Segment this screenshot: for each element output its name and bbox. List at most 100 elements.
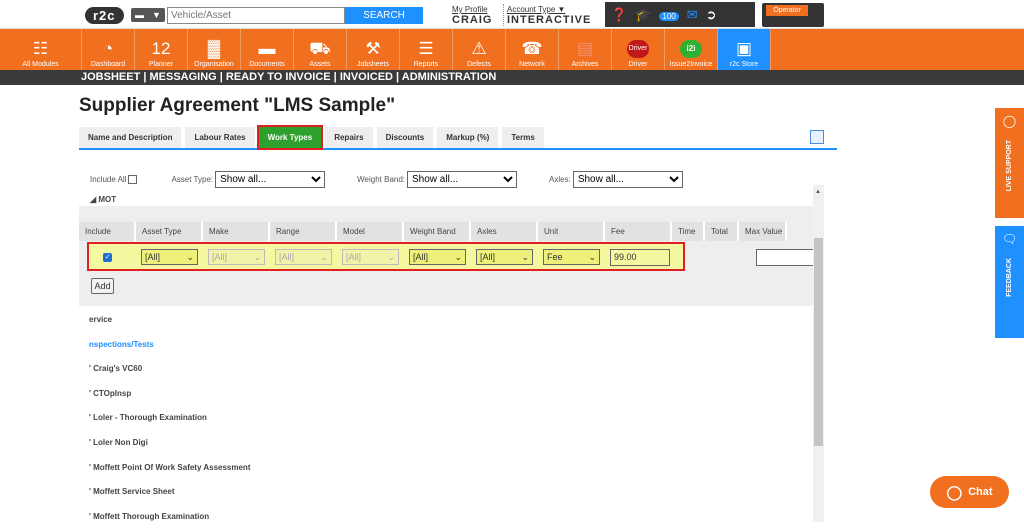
store-icon: ▣ xyxy=(735,39,753,58)
nav-dashboard[interactable]: ◔ Dashboard xyxy=(82,29,135,70)
vehicle-type-dropdown[interactable]: ▬ ▼ xyxy=(131,8,165,22)
tab-markup[interactable]: Markup (%) xyxy=(437,127,499,148)
nav-documents[interactable]: ▬ Documents xyxy=(241,29,294,70)
work-type-item[interactable]: ervice xyxy=(79,311,813,336)
scrollbar[interactable]: ▲ xyxy=(813,185,824,522)
asset-type-label: Asset Type: xyxy=(171,175,214,184)
account-type-link[interactable]: Account Type ▼ xyxy=(507,5,565,14)
asset-type-value: [All] xyxy=(145,252,161,262)
notification-count: 100 xyxy=(659,12,679,21)
logout-icon[interactable]: ➲ xyxy=(706,7,717,23)
col-range: Range xyxy=(270,222,337,241)
calendar-icon: 12 xyxy=(151,39,171,58)
chat-bubble-icon: ◯ xyxy=(946,483,963,500)
model-row-select: [All] ⌄ xyxy=(342,249,399,265)
work-type-item[interactable]: ' Loler - Thorough Examination xyxy=(79,409,813,434)
nav-organisation[interactable]: ▓ Organisation xyxy=(188,29,241,70)
include-all-checkbox[interactable] xyxy=(128,175,138,184)
unit-row-select[interactable]: Fee ⌄ xyxy=(543,249,600,265)
include-checkbox[interactable]: ✓ xyxy=(103,252,112,262)
nav-jobsheets[interactable]: ⚒ Jobsheets xyxy=(347,29,400,70)
work-type-item[interactable]: ' Loler Non Digi xyxy=(79,434,813,459)
make-value: [All] xyxy=(212,252,228,262)
scroll-up-icon[interactable]: ▲ xyxy=(815,189,821,195)
nav-label: Defects xyxy=(467,61,491,68)
tab-discounts[interactable]: Discounts xyxy=(376,127,434,148)
fee-input[interactable]: 99.00 xyxy=(610,248,670,266)
operator-button[interactable]: Operator xyxy=(762,3,824,27)
work-type-item[interactable]: ' Moffett Point Of Work Safety Assessmen… xyxy=(79,459,813,484)
nav-defects[interactable]: ⚠ Defects xyxy=(453,29,506,70)
feedback-tab[interactable]: 🗨 FEEDBACK xyxy=(995,226,1024,338)
scrollbar-thumb[interactable] xyxy=(814,238,823,446)
work-type-item[interactable]: ' Moffett Thorough Examination xyxy=(79,508,813,532)
axles-select[interactable]: Show all... xyxy=(572,171,683,188)
asset-type-select[interactable]: Show all... xyxy=(215,171,326,188)
weight-band-row-select[interactable]: [All] ⌄ xyxy=(409,249,466,265)
axles-row-select[interactable]: [All] ⌄ xyxy=(476,249,533,265)
asset-type-row-select[interactable]: [All] ⌄ xyxy=(141,249,198,265)
model-value: [All] xyxy=(346,252,362,262)
table-header: Include Asset Type Make Range Model Weig… xyxy=(79,222,813,241)
nav-planner[interactable]: 12 Planner xyxy=(135,29,188,70)
graduation-cap-icon[interactable]: 🎓 xyxy=(635,7,651,23)
tab-name-and-description[interactable]: Name and Description xyxy=(79,127,182,148)
nav-archives[interactable]: ▤ Archives xyxy=(559,29,612,70)
sub-nav[interactable]: JOBSHEET | MESSAGING | READY TO INVOICE … xyxy=(0,70,1024,85)
search-button[interactable]: SEARCH xyxy=(345,7,423,24)
tab-terms[interactable]: Terms xyxy=(502,127,544,148)
profile-block: My Profile CRAIG xyxy=(452,4,492,26)
module-nav: ☷ All Modules ◔ Dashboard 12 Planner ▓ Organisa… xyxy=(0,29,1024,70)
nav-driver[interactable]: Driver Driver xyxy=(612,29,665,70)
max-value-input[interactable] xyxy=(756,249,814,266)
top-icons: ❓ 🎓 100 ✉ ➲ xyxy=(605,2,755,27)
tab-work-types[interactable]: Work Types xyxy=(256,125,324,150)
weight-band-select[interactable]: Show all... xyxy=(407,171,518,188)
chat-button[interactable]: ◯ Chat xyxy=(930,476,1009,508)
weight-band-label: Weight Band: xyxy=(357,175,406,184)
account-type-block: Account Type ▼ INTERACTIVE xyxy=(503,4,591,26)
col-time: Time xyxy=(672,222,705,241)
tab-labour-rates[interactable]: Labour Rates xyxy=(185,127,255,148)
tab-repairs[interactable]: Repairs xyxy=(325,127,373,148)
nav-label: Documents xyxy=(249,61,285,68)
headset-icon: ◯ xyxy=(1002,114,1017,128)
range-row-select: [All] ⌄ xyxy=(275,249,332,265)
chevron-down-icon: ⌄ xyxy=(186,251,194,262)
work-type-item[interactable]: ' Craig's VC60 xyxy=(79,360,813,385)
nav-label: Jobsheets xyxy=(357,61,389,68)
col-axles: Axles xyxy=(471,222,538,241)
nav-label: Assets xyxy=(309,61,331,68)
add-button[interactable]: Add xyxy=(91,278,114,294)
axles-label: Axles: xyxy=(549,175,571,184)
work-type-item[interactable]: ' Moffett Service Sheet xyxy=(79,483,813,508)
nav-assets[interactable]: ⛟ Assets xyxy=(294,29,347,70)
make-row-select: [All] ⌄ xyxy=(208,249,265,265)
nav-label: Dashboard xyxy=(90,61,126,68)
driver-icon: Driver xyxy=(627,40,649,58)
mail-icon[interactable]: ✉ xyxy=(687,7,698,23)
r2c-logo[interactable]: r2c xyxy=(85,5,124,25)
live-support-tab[interactable]: ◯ LIVE SUPPORT xyxy=(995,108,1024,218)
notifications-icon[interactable]: 100 xyxy=(659,7,679,22)
nav-issue2invoice[interactable]: i2i Issue2Invoice xyxy=(665,29,718,70)
nav-label: Reports xyxy=(413,61,439,68)
axles-value: [All] xyxy=(480,252,496,262)
copy-icon[interactable] xyxy=(810,130,824,144)
nav-reports[interactable]: ☰ Reports xyxy=(400,29,453,70)
vehicle-search-input[interactable] xyxy=(167,7,345,24)
weight-band-value: [All] xyxy=(413,252,429,262)
nav-all-modules[interactable]: ☷ All Modules xyxy=(0,29,82,70)
col-fee: Fee xyxy=(605,222,672,241)
mot-section-header[interactable]: ◢ MOT xyxy=(90,195,116,204)
nav-label: Network xyxy=(519,61,545,68)
work-type-item[interactable]: ' CTOpInsp xyxy=(79,385,813,410)
work-type-item[interactable]: nspections/Tests xyxy=(79,336,813,361)
chat-label: Chat xyxy=(968,486,993,498)
nav-r2c-store[interactable]: ▣ r2c Store xyxy=(718,29,771,70)
nav-network[interactable]: ☎ Network xyxy=(506,29,559,70)
feedback-label: FEEDBACK xyxy=(1006,258,1013,297)
help-icon[interactable]: ❓ xyxy=(611,7,627,23)
my-profile-link[interactable]: My Profile xyxy=(452,5,488,14)
unit-value: Fee xyxy=(547,252,563,262)
